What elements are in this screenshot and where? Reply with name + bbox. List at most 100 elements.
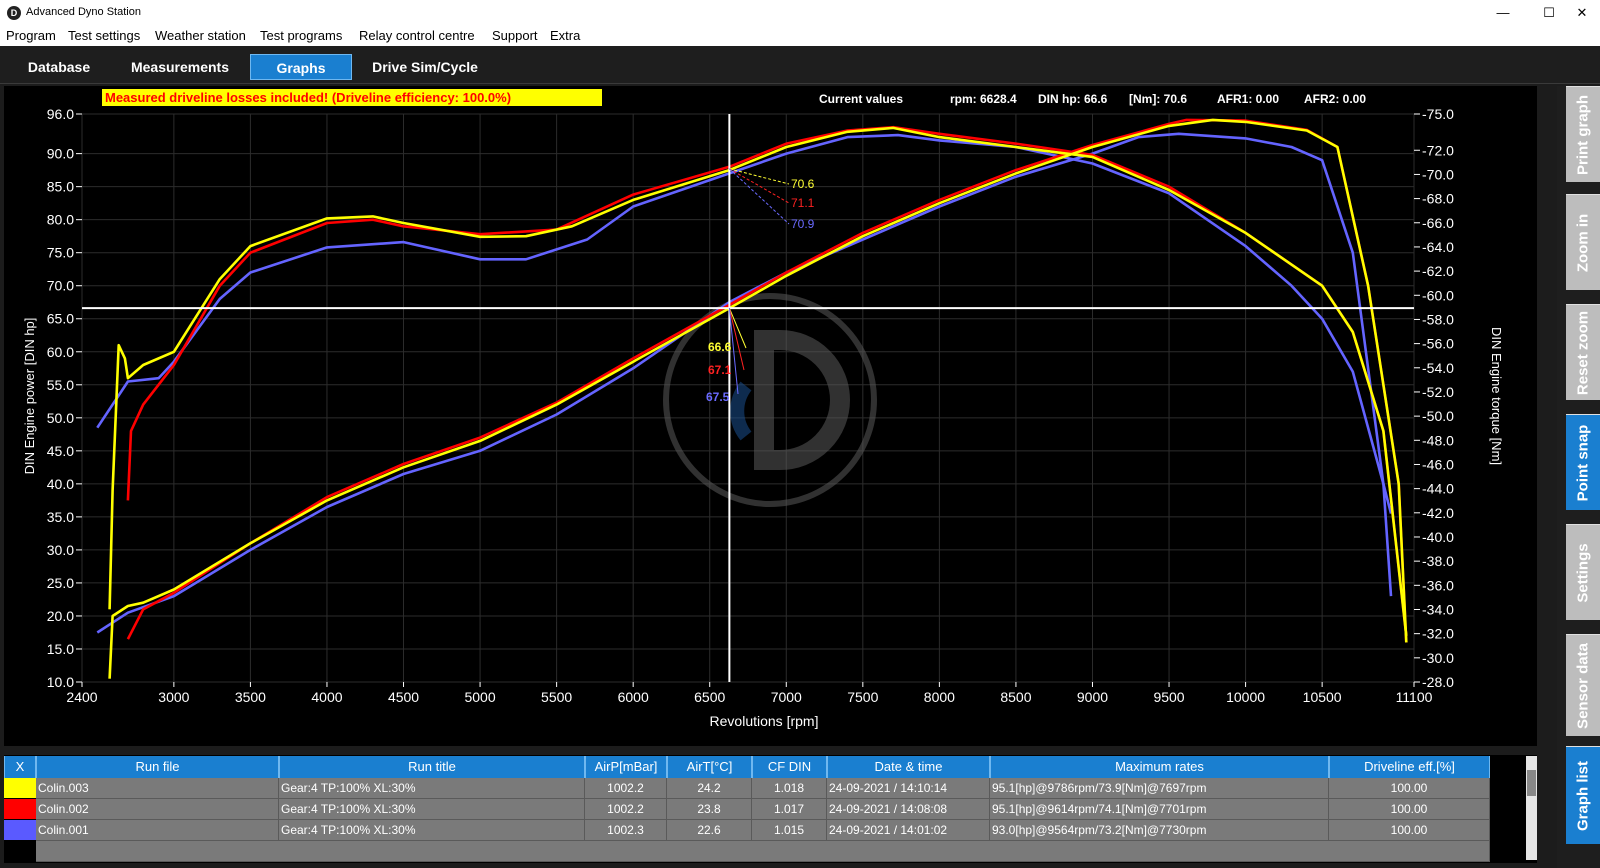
x-axis-label: Revolutions [rpm]: [710, 713, 819, 729]
minimize-button[interactable]: —: [1480, 0, 1526, 26]
x-tick-label: 3500: [235, 689, 266, 705]
run-color-swatch: [4, 820, 36, 840]
dyno-chart[interactable]: 2400 3000 3500 4000 4500 5000 5500 6000 6500 7000…: [4, 86, 1537, 746]
x-tick-label: 8000: [924, 689, 955, 705]
run-color-swatch: [4, 799, 36, 819]
y-left-tick-label: 70.0: [47, 278, 74, 294]
cell-maximum-rates: 95.1[hp]@9786rpm/73.9[Nm]@7697rpm: [990, 778, 1329, 799]
y-right-tick-label: -66.0: [1422, 215, 1454, 231]
y-right-tick-label: -68.0: [1422, 191, 1454, 207]
menu-support[interactable]: Support: [492, 28, 538, 43]
col-header-cf-din[interactable]: CF DIN: [752, 756, 827, 778]
y-left-tick-label: 55.0: [47, 377, 74, 393]
current-afr1: AFR1: 0.00: [1217, 92, 1279, 106]
cell-airt: 24.2: [667, 778, 752, 799]
current-afr2: AFR2: 0.00: [1304, 92, 1366, 106]
table-row[interactable]: Colin.002 Gear:4 TP:100% XL:30% 1002.2 2…: [4, 799, 1524, 820]
y-right-tick-label: -64.0: [1422, 239, 1454, 255]
col-header-airp[interactable]: AirP[mBar]: [585, 756, 667, 778]
table-row[interactable]: Colin.003 Gear:4 TP:100% XL:30% 1002.2 2…: [4, 778, 1524, 799]
y-right-tick-label: -72.0: [1422, 142, 1454, 158]
sensor-data-button[interactable]: Sensor data: [1566, 634, 1600, 736]
cell-cf-din: 1.017: [752, 799, 827, 820]
table-row-empty[interactable]: [4, 841, 1524, 862]
y-right-tick-label: -58.0: [1422, 311, 1454, 327]
graph-panel[interactable]: 2400 3000 3500 4000 4500 5000 5500 6000 6500 7000…: [4, 86, 1537, 746]
menu-weather-station[interactable]: Weather station: [155, 28, 246, 43]
tab-database[interactable]: Database: [4, 54, 114, 80]
title-bar: D Advanced Dyno Station — ☐ ✕: [0, 0, 1600, 26]
cell-airp: 1002.3: [585, 820, 667, 841]
cell-run-title: Gear:4 TP:100% XL:30%: [279, 820, 585, 841]
x-tick-label: 7000: [771, 689, 802, 705]
tab-graphs[interactable]: Graphs: [250, 54, 352, 80]
menu-test-programs[interactable]: Test programs: [260, 28, 342, 43]
x-tick-label: 11100: [1396, 689, 1433, 705]
table-scrollbar[interactable]: [1526, 756, 1537, 860]
menu-relay-control-centre[interactable]: Relay control centre: [359, 28, 475, 43]
curves: [96, 118, 1408, 679]
zoom-in-button[interactable]: Zoom in: [1566, 194, 1600, 290]
cell-run-title: Gear:4 TP:100% XL:30%: [279, 799, 585, 820]
graph-list-label: Graph list: [1574, 760, 1592, 831]
col-header-maximum-rates[interactable]: Maximum rates: [990, 756, 1329, 778]
snap-torque-red: 71.1: [791, 196, 815, 210]
settings-button[interactable]: Settings: [1566, 524, 1600, 620]
graph-list-button[interactable]: Graph list: [1566, 746, 1600, 844]
y-left-tick-label: 35.0: [47, 509, 74, 525]
cell-airp: 1002.2: [585, 799, 667, 820]
run-table: X Run file Run title AirP[mBar] AirT[°C]…: [4, 755, 1537, 863]
y-right-tick-label: -56.0: [1422, 336, 1454, 352]
current-rpm: rpm: 6628.4: [950, 92, 1017, 106]
cell-run-file: Colin.001: [36, 820, 279, 841]
scrollbar-thumb[interactable]: [1527, 770, 1536, 796]
y-left-tick-label: 96.0: [47, 106, 74, 122]
x-tick-label: 10000: [1226, 689, 1265, 705]
y-right-tick-label: -28.0: [1422, 674, 1454, 690]
x-tick-label: 4500: [388, 689, 419, 705]
col-header-date-time[interactable]: Date & time: [827, 756, 990, 778]
tab-drive-sim-cycle[interactable]: Drive Sim/Cycle: [360, 54, 490, 80]
col-header-run-file[interactable]: Run file: [36, 756, 279, 778]
y-right-tick-label: -52.0: [1422, 384, 1454, 400]
y-right-tick-label: -34.0: [1422, 601, 1454, 617]
cell-date-time: 24-09-2021 / 14:08:08: [827, 799, 990, 820]
grid: [81, 113, 1415, 683]
cell-maximum-rates: 95.1[hp]@9614rpm/74.1[Nm]@7701rpm: [990, 799, 1329, 820]
cell-driveline-eff: 100.00: [1329, 820, 1490, 841]
y-left-tick-label: 85.0: [47, 179, 74, 195]
col-header-x[interactable]: X: [4, 756, 36, 778]
empty-row-cell: [36, 841, 1490, 862]
zoom-in-label: Zoom in: [1574, 213, 1592, 272]
warning-text: Measured driveline losses included! (Dri…: [105, 90, 511, 105]
menu-test-settings[interactable]: Test settings: [68, 28, 140, 43]
col-header-run-title[interactable]: Run title: [279, 756, 585, 778]
reset-zoom-label: Reset zoom: [1574, 310, 1592, 395]
window-title: Advanced Dyno Station: [26, 6, 141, 18]
current-torque: [Nm]: 70.6: [1129, 92, 1187, 106]
table-row[interactable]: Colin.001 Gear:4 TP:100% XL:30% 1002.3 2…: [4, 820, 1524, 841]
menu-bar: Program Test settings Weather station Te…: [0, 26, 1600, 46]
cell-driveline-eff: 100.00: [1329, 799, 1490, 820]
col-header-driveline-eff[interactable]: Driveline eff.[%]: [1329, 756, 1490, 778]
menu-extra[interactable]: Extra: [550, 28, 580, 43]
x-tick-label: 7500: [847, 689, 878, 705]
tab-measurements[interactable]: Measurements: [120, 54, 240, 80]
y-left-tick-label: 50.0: [47, 410, 74, 426]
reset-zoom-button[interactable]: Reset zoom: [1566, 304, 1600, 400]
y-right-tick-label: -44.0: [1422, 481, 1454, 497]
col-header-airt[interactable]: AirT[°C]: [667, 756, 752, 778]
y-right-tick-label: -75.0: [1422, 106, 1454, 122]
point-snap-button[interactable]: Point snap: [1566, 414, 1600, 510]
cell-maximum-rates: 93.0[hp]@9564rpm/73.2[Nm]@7730rpm: [990, 820, 1329, 841]
snap-power-yellow: 66.6: [708, 340, 732, 354]
menu-program[interactable]: Program: [6, 28, 56, 43]
close-button[interactable]: ✕: [1564, 0, 1600, 26]
y-left-tick-label: 75.0: [47, 245, 74, 261]
print-graph-button[interactable]: Print graph: [1566, 86, 1600, 182]
x-tick-label: 6000: [618, 689, 649, 705]
x-tick-label: 8500: [1000, 689, 1031, 705]
x-tick-label: 9000: [1077, 689, 1108, 705]
y-right-tick-label: -62.0: [1422, 263, 1454, 279]
y-left-tick-label: 30.0: [47, 542, 74, 558]
